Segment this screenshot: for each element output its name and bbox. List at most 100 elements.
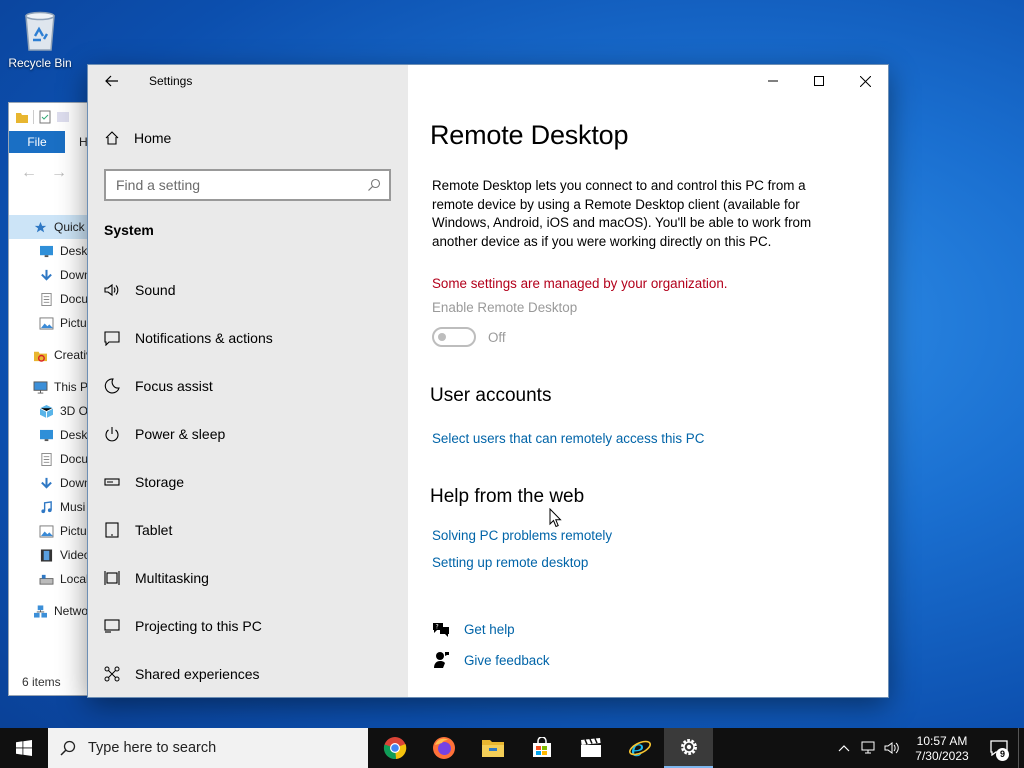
- settings-window: Settings Home System Sound Notifications …: [88, 65, 888, 697]
- internet-explorer-icon: e: [628, 737, 651, 760]
- home-icon: [105, 131, 119, 145]
- taskbar-settings[interactable]: [664, 728, 713, 768]
- page-title: Remote Desktop: [430, 120, 629, 150]
- storage-icon: [104, 474, 120, 490]
- taskbar-store[interactable]: [517, 728, 566, 768]
- clock-time: 10:57 AM: [916, 733, 968, 748]
- computer-icon: [33, 380, 48, 394]
- status-item-count: 6 items: [22, 675, 61, 689]
- properties-icon[interactable]: [38, 110, 52, 124]
- volume-tray-button[interactable]: [880, 728, 904, 768]
- creative-cloud-icon: [33, 349, 48, 362]
- document-icon: [39, 452, 54, 466]
- network-tray-button[interactable]: [856, 728, 880, 768]
- tree-item-label: Down: [60, 476, 91, 490]
- new-folder-icon[interactable]: [56, 110, 70, 124]
- clock-date: 7/30/2023: [915, 748, 969, 763]
- close-icon: [859, 75, 871, 87]
- nav-item-label: Tablet: [135, 522, 173, 538]
- taskbar-video-editor[interactable]: [566, 728, 615, 768]
- window-caption-buttons: [750, 65, 888, 97]
- enable-remote-desktop-label: Enable Remote Desktop: [432, 300, 578, 315]
- back-button[interactable]: [88, 65, 136, 97]
- recycle-bin-shortcut[interactable]: Recycle Bin: [4, 6, 76, 70]
- cube-3d-icon: [39, 404, 54, 418]
- forward-arrow-icon[interactable]: →: [51, 164, 67, 182]
- tree-item-label: Deskt: [60, 244, 91, 258]
- chrome-icon: [383, 737, 406, 760]
- taskbar-search-box[interactable]: Type here to search: [48, 728, 368, 768]
- find-setting-input[interactable]: [116, 177, 346, 193]
- taskbar-firefox[interactable]: [419, 728, 468, 768]
- tree-item-label: Musi: [60, 500, 86, 514]
- help-link-setting-up[interactable]: Setting up remote desktop: [432, 555, 588, 570]
- speaker-icon: [884, 742, 899, 754]
- window-title: Settings: [149, 74, 193, 88]
- shared-experiences-icon: [104, 666, 120, 682]
- nav-item-notifications-and-actions[interactable]: Notifications & actions: [88, 314, 408, 362]
- get-help-link[interactable]: ? Get help: [432, 620, 515, 638]
- nav-home[interactable]: Home: [104, 125, 171, 151]
- taskbar-chrome[interactable]: [370, 728, 419, 768]
- recycle-bin-icon: [25, 11, 55, 51]
- tree-item-label: Pictu: [60, 316, 87, 330]
- help-link-solving-problems[interactable]: Solving PC problems remotely: [432, 528, 612, 543]
- video-editor-icon: [580, 738, 601, 757]
- enable-remote-desktop-toggle[interactable]: [432, 327, 476, 347]
- desktop-folder-icon: [39, 429, 54, 442]
- tree-item-label: Pictu: [60, 524, 87, 538]
- find-setting-search[interactable]: [104, 169, 391, 201]
- settings-nav-pane: Settings Home System Sound Notifications …: [88, 65, 408, 697]
- home-tab[interactable]: H: [65, 131, 88, 153]
- picture-icon: [39, 524, 54, 538]
- nav-item-power-and-sleep[interactable]: Power & sleep: [88, 410, 408, 458]
- show-hidden-icons-button[interactable]: [832, 728, 856, 768]
- document-icon: [39, 292, 54, 306]
- maximize-button[interactable]: [796, 65, 842, 97]
- back-arrow-icon[interactable]: ←: [21, 164, 37, 182]
- file-tab[interactable]: File: [9, 131, 65, 153]
- svg-text:e: e: [631, 737, 644, 760]
- notification-icon: [104, 330, 120, 346]
- network-icon: [861, 741, 875, 754]
- moon-icon: [104, 378, 120, 394]
- taskbar-clock[interactable]: 10:57 AM 7/30/2023: [904, 733, 980, 764]
- tree-item-label: 3D O: [60, 404, 89, 418]
- minimize-button[interactable]: [750, 65, 796, 97]
- drive-icon: [39, 573, 54, 586]
- mouse-cursor-icon: [549, 508, 562, 528]
- taskbar-apps: e: [370, 728, 713, 768]
- nav-item-focus-assist[interactable]: Focus assist: [88, 362, 408, 410]
- search-icon[interactable]: [367, 178, 381, 192]
- select-users-link[interactable]: Select users that can remotely access th…: [432, 431, 704, 446]
- nav-item-sound[interactable]: Sound: [88, 266, 408, 314]
- nav-item-storage[interactable]: Storage: [88, 458, 408, 506]
- nav-item-label: Notifications & actions: [135, 330, 273, 346]
- tree-item-label: Netwo: [54, 604, 89, 618]
- give-feedback-link[interactable]: Give feedback: [432, 651, 550, 669]
- nav-item-shared-experiences[interactable]: Shared experiences: [88, 650, 408, 697]
- download-arrow-icon: [39, 269, 54, 282]
- picture-icon: [39, 316, 54, 330]
- power-icon: [104, 426, 120, 442]
- start-button[interactable]: [0, 728, 48, 768]
- multitasking-icon: [104, 570, 120, 586]
- tree-item-label: Quick: [54, 220, 85, 234]
- star-icon: [33, 221, 48, 234]
- svg-text:?: ?: [436, 624, 439, 631]
- show-desktop-button[interactable]: [1018, 728, 1024, 768]
- nav-item-multitasking[interactable]: Multitasking: [88, 554, 408, 602]
- taskbar-file-explorer[interactable]: [468, 728, 517, 768]
- tree-item-label: Deskt: [60, 428, 91, 442]
- settings-gear-icon: [680, 739, 697, 755]
- nav-item-projecting-to-this-pc[interactable]: Projecting to this PC: [88, 602, 408, 650]
- windows-logo-icon: [16, 740, 32, 756]
- taskbar-internet-explorer[interactable]: e: [615, 728, 664, 768]
- nav-item-label: Shared experiences: [135, 666, 260, 682]
- action-center-button[interactable]: 9: [980, 728, 1018, 768]
- firefox-icon: [432, 737, 455, 759]
- close-button[interactable]: [842, 65, 888, 97]
- taskbar-search-placeholder: Type here to search: [88, 740, 217, 756]
- nav-item-tablet[interactable]: Tablet: [88, 506, 408, 554]
- tree-item-label: Docu: [60, 292, 89, 306]
